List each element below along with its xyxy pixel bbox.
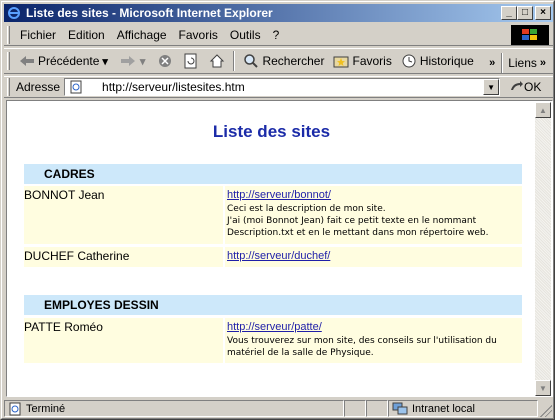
description-line: Description.txt et en le mettant dans mo… (227, 228, 489, 238)
site-description: Ceci est la description de mon site. J'a… (227, 203, 520, 239)
zone-text: Intranet local (412, 402, 475, 415)
done-page-icon (8, 402, 22, 416)
page-icon (68, 79, 84, 95)
window-controls: _ □ × (501, 6, 551, 20)
description-line: matériel de la salle de Physique. (227, 348, 374, 358)
description-line: Vous trouverez sur mon site, des conseil… (227, 336, 497, 346)
close-icon: × (540, 7, 546, 18)
table-row: DUCHEF Catherine http://serveur/duchef/ (24, 247, 522, 267)
stop-button[interactable] (152, 50, 178, 72)
back-label: Précédente (38, 54, 100, 68)
zone-panel: Intranet local (388, 400, 538, 417)
window-title: Liste des sites - Microsoft Internet Exp… (26, 6, 273, 20)
links-area: » Liens » (486, 53, 549, 73)
forward-dropdown-icon[interactable]: ▾ (137, 55, 149, 68)
page-title: Liste des sites (212, 122, 331, 141)
menu-affichage[interactable]: Affichage (111, 28, 173, 42)
site-link[interactable]: http://serveur/duchef/ (227, 250, 520, 262)
go-button[interactable]: OK (510, 80, 541, 95)
address-input[interactable]: http://serveur/listesites.htm ▼ (64, 78, 501, 96)
home-icon (208, 52, 226, 70)
site-info: http://serveur/duchef/ (225, 247, 522, 267)
site-link[interactable]: http://serveur/bonnot/ (227, 189, 520, 201)
ie-logo-icon (6, 5, 22, 21)
history-button[interactable]: Historique (396, 50, 478, 72)
table-row: PATTE Roméo http://serveur/patte/ Vous t… (24, 318, 522, 363)
search-icon (242, 52, 260, 70)
links-button[interactable]: Liens (508, 56, 537, 70)
description-line: J'ai (moi Bonnot Jean) fait ce petit tex… (227, 216, 477, 226)
person-name: DUCHEF Catherine (24, 247, 223, 267)
status-panel-empty (366, 400, 388, 417)
home-button[interactable] (204, 50, 230, 72)
content-frame: Liste des sites CADRES BONNOT Jean http:… (6, 100, 553, 397)
links-separator (501, 53, 504, 73)
history-icon (400, 52, 418, 70)
address-bar: Adresse http://serveur/listesites.htm ▼ … (4, 76, 553, 98)
back-arrow-icon (18, 52, 36, 70)
refresh-button[interactable] (178, 50, 204, 72)
person-name: PATTE Roméo (24, 318, 223, 363)
person-name: BONNOT Jean (24, 186, 223, 244)
history-label: Historique (419, 54, 474, 68)
status-bar: Terminé Intranet local (4, 399, 553, 418)
favorites-label: Favoris (352, 54, 392, 68)
page-content: Liste des sites CADRES BONNOT Jean http:… (8, 102, 535, 396)
section-header-cadres: CADRES (24, 164, 522, 184)
menu-bar: Fichier Edition Affichage Favoris Outils… (4, 24, 553, 46)
status-text: Terminé (26, 402, 66, 415)
refresh-icon (182, 52, 200, 70)
forward-arrow-icon (119, 52, 137, 70)
description-line: Ceci est la description de mon site. (227, 204, 386, 214)
resize-grip-icon[interactable] (540, 405, 552, 417)
intranet-icon (392, 402, 408, 416)
site-link[interactable]: http://serveur/patte/ (227, 321, 520, 333)
menu-edition[interactable]: Edition (62, 28, 111, 42)
links-chevron-icon[interactable]: » (537, 57, 549, 69)
search-label: Rechercher (262, 54, 325, 68)
address-label: Adresse (16, 80, 61, 94)
standard-toolbar: Précédente ▾ ▾ Rechercher Favoris Histor… (4, 48, 553, 74)
scroll-up-icon[interactable]: ▲ (535, 102, 551, 118)
addressbar-grip[interactable] (7, 78, 10, 96)
minimize-button[interactable]: _ (501, 6, 517, 20)
site-description: Vous trouverez sur mon site, des conseil… (227, 335, 520, 359)
toolbar-chevron-icon[interactable]: » (486, 57, 498, 69)
title-bar[interactable]: Liste des sites - Microsoft Internet Exp… (4, 4, 553, 22)
favorites-icon (332, 52, 350, 70)
menubar-grip[interactable] (7, 25, 10, 44)
vertical-scrollbar[interactable]: ▲ ▼ (535, 102, 551, 396)
stop-icon (156, 52, 174, 70)
site-info: http://serveur/bonnot/ Ceci est la descr… (225, 186, 522, 244)
section-header-employes-dessin: EMPLOYES DESSIN (24, 295, 522, 315)
maximize-button[interactable]: □ (517, 6, 533, 20)
go-arrow-icon (510, 80, 524, 95)
windows-logo-icon (511, 25, 549, 45)
table-row: BONNOT Jean http://serveur/bonnot/ Ceci … (24, 186, 522, 244)
forward-button[interactable]: ▾ (115, 50, 153, 72)
minimize-icon: _ (506, 7, 512, 18)
window-frame: Liste des sites - Microsoft Internet Exp… (1, 1, 554, 419)
scroll-down-icon[interactable]: ▼ (535, 380, 551, 396)
status-panel-empty (344, 400, 366, 417)
go-label: OK (524, 80, 542, 94)
address-dropdown-icon[interactable]: ▼ (483, 79, 500, 95)
toolbar-separator (233, 51, 236, 71)
address-url: http://serveur/listesites.htm (102, 80, 245, 94)
menu-help[interactable]: ? (267, 28, 286, 42)
maximize-icon: □ (521, 7, 529, 18)
back-dropdown-icon[interactable]: ▾ (99, 55, 111, 68)
menu-outils[interactable]: Outils (224, 28, 267, 42)
menu-favoris[interactable]: Favoris (173, 28, 224, 42)
toolbar-grip[interactable] (7, 52, 10, 70)
menu-fichier[interactable]: Fichier (14, 28, 62, 42)
status-text-panel: Terminé (4, 400, 344, 417)
search-button[interactable]: Rechercher (238, 50, 328, 72)
close-button[interactable]: × (535, 6, 551, 20)
back-button[interactable]: Précédente ▾ (14, 50, 115, 72)
favorites-button[interactable]: Favoris (328, 50, 395, 72)
site-info: http://serveur/patte/ Vous trouverez sur… (225, 318, 522, 363)
browser-window: Liste des sites - Microsoft Internet Exp… (0, 0, 555, 420)
